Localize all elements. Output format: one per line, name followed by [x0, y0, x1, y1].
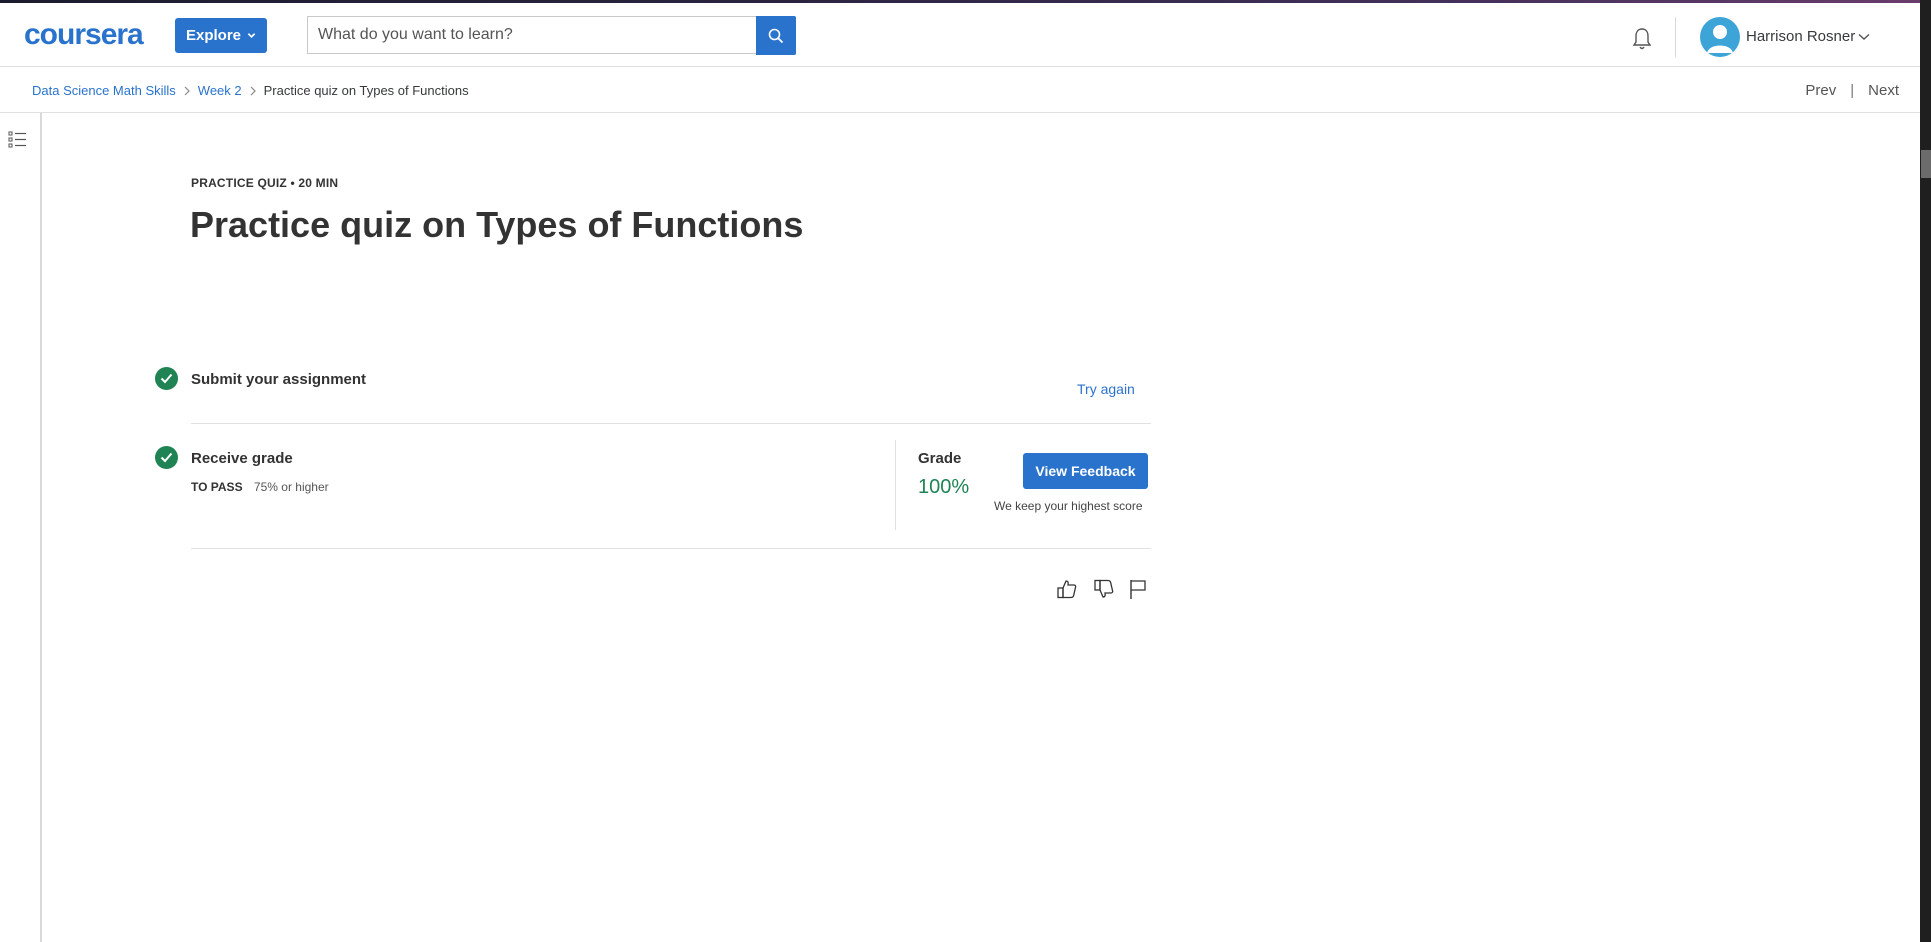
check-icon — [160, 452, 173, 463]
header-divider — [1675, 17, 1676, 57]
receive-grade-title: Receive grade — [191, 450, 293, 467]
menu-list-icon[interactable] — [8, 129, 28, 149]
try-again-link[interactable]: Try again — [1077, 381, 1135, 397]
prev-next-divider: | — [1850, 82, 1855, 99]
bell-icon[interactable] — [1630, 27, 1654, 51]
submit-step-title: Submit your assignment — [191, 371, 367, 388]
thumbs-up-icon[interactable] — [1056, 578, 1078, 600]
vertical-divider — [895, 440, 896, 530]
avatar[interactable] — [1700, 17, 1740, 57]
keep-score-note: We keep your highest score — [994, 499, 1143, 513]
chevron-down-icon — [247, 33, 256, 38]
flag-icon[interactable] — [1128, 578, 1148, 600]
left-rail — [0, 113, 42, 942]
user-name[interactable]: Harrison Rosner — [1746, 28, 1855, 45]
breadcrumb: Data Science Math Skills Week 2 Practice… — [32, 83, 469, 98]
step-complete-check — [155, 367, 178, 390]
chevron-right-icon — [184, 86, 190, 96]
step-complete-check — [155, 446, 178, 469]
search-button[interactable] — [756, 16, 796, 55]
grade-label: Grade — [918, 450, 962, 467]
search-placeholder: What do you want to learn? — [318, 26, 513, 43]
breadcrumb-bar: Data Science Math Skills Week 2 Practice… — [0, 67, 1920, 113]
chevron-down-icon[interactable] — [1858, 33, 1870, 41]
scrollbar[interactable] — [1920, 0, 1931, 942]
breadcrumb-week[interactable]: Week 2 — [198, 83, 242, 98]
explore-button[interactable]: Explore — [175, 18, 267, 53]
next-link[interactable]: Next — [1868, 82, 1899, 99]
grade-value: 100% — [918, 476, 970, 498]
avatar-icon — [1707, 25, 1733, 53]
divider — [191, 423, 1151, 424]
search-input[interactable]: What do you want to learn? — [307, 16, 795, 54]
quiz-kicker: PRACTICE QUIZ • 20 MIN — [191, 176, 339, 190]
pass-label: TO PASS — [191, 480, 243, 494]
pass-value: 75% or higher — [253, 480, 329, 494]
prev-link[interactable]: Prev — [1805, 82, 1836, 99]
view-feedback-button[interactable]: View Feedback — [1023, 453, 1148, 489]
breadcrumb-current: Practice quiz on Types of Functions — [263, 83, 469, 98]
prev-next-nav: Prev | Next — [1805, 82, 1899, 99]
coursera-logo[interactable]: coursera — [24, 18, 144, 52]
page-title: Practice quiz on Types of Functions — [190, 204, 804, 245]
explore-label: Explore — [185, 27, 242, 44]
top-header: coursera Explore What do you want to lea… — [0, 3, 1920, 67]
pass-requirement: TO PASS 75% or higher — [191, 480, 329, 494]
check-icon — [160, 373, 173, 384]
breadcrumb-course[interactable]: Data Science Math Skills — [32, 83, 176, 98]
thumbs-down-icon[interactable] — [1093, 578, 1115, 600]
chevron-right-icon — [250, 86, 256, 96]
search-icon — [768, 28, 784, 43]
divider — [191, 548, 1151, 549]
scrollbar-thumb[interactable] — [1921, 150, 1931, 178]
